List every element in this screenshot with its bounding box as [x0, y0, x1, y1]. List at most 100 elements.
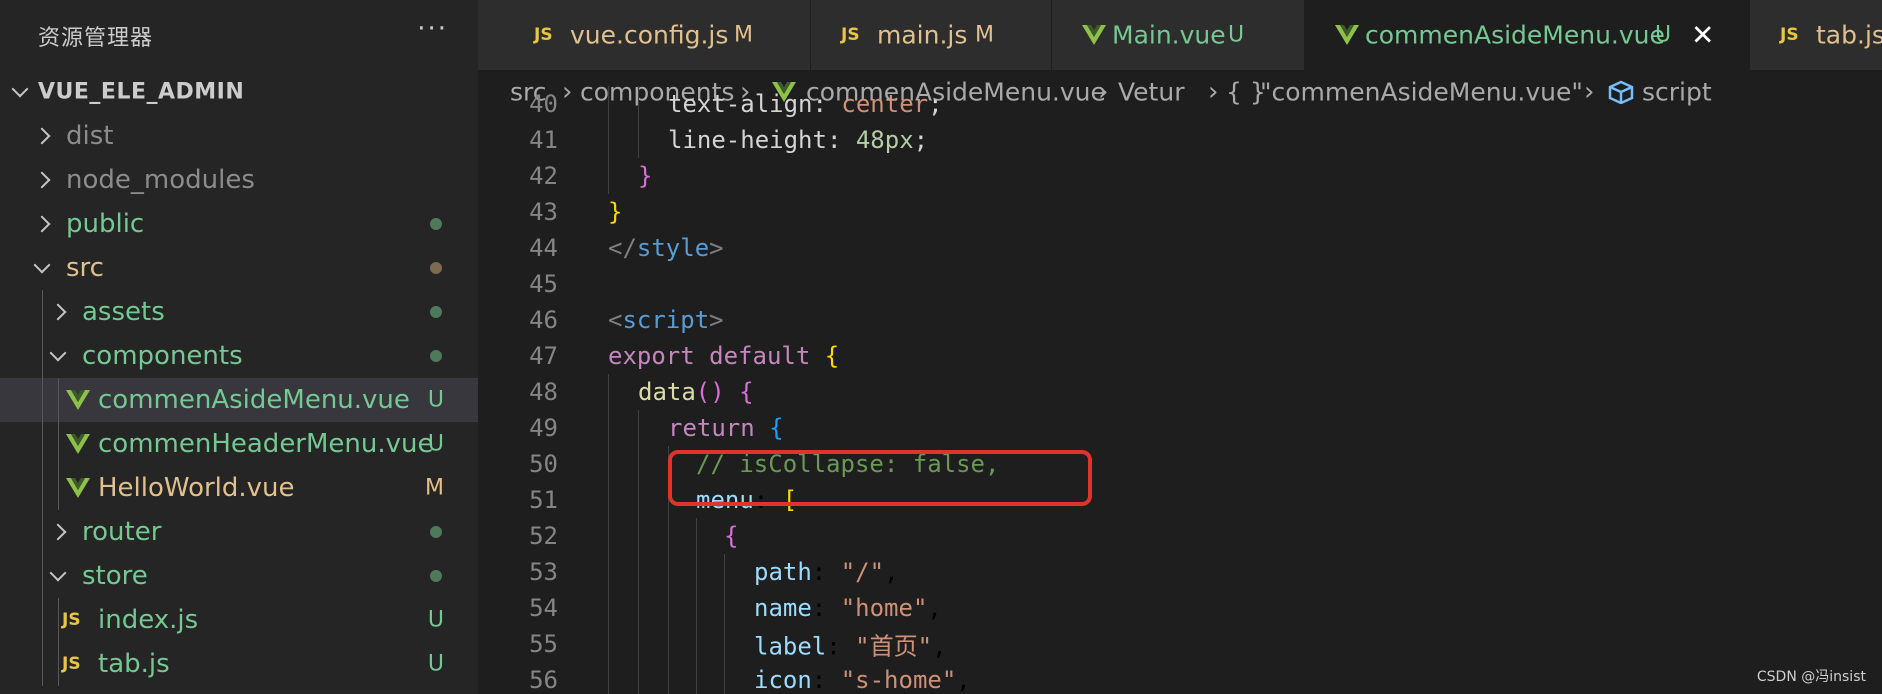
tree-item-index-js[interactable]: JS index.js U — [0, 598, 478, 642]
tree-item-assets[interactable]: assets — [0, 290, 478, 334]
line-number: 46 — [529, 306, 558, 334]
code-text: <script> — [608, 306, 724, 334]
tab-label: main.js — [877, 20, 968, 50]
tree-item-label: public — [66, 209, 145, 239]
code-text: { — [724, 522, 739, 550]
indent-guide — [638, 482, 639, 518]
indent-guide — [608, 446, 609, 482]
tab-commen-aside-menu[interactable]: commenAsideMenu.vue U ✕ — [1305, 0, 1750, 70]
indent-guide — [696, 662, 697, 694]
tree-item-public[interactable]: public — [0, 202, 478, 246]
vue-file-icon — [1335, 25, 1359, 45]
tree-root-folder[interactable]: VUE_ELE_ADMIN — [0, 70, 478, 114]
tree-item-node-modules[interactable]: node_modules — [0, 158, 478, 202]
code-line: 52 { — [478, 518, 1882, 554]
indent-guide — [638, 86, 639, 122]
js-file-icon: JS — [841, 25, 860, 45]
indent-guide — [608, 158, 609, 194]
tree-item-tab-js[interactable]: JS tab.js U — [0, 642, 478, 686]
code-line: 44 </style> — [478, 230, 1882, 266]
indent-guide — [42, 378, 43, 422]
code-text: export default { — [608, 342, 840, 370]
explorer-sidebar: 资源管理器 ··· VUE_ELE_ADMIN dist node_module… — [0, 0, 478, 694]
code-line: 49 return { — [478, 410, 1882, 446]
git-status-dot — [430, 526, 442, 538]
code-line: 53 path: "/", — [478, 554, 1882, 590]
code-line: 40 text-align: center; — [478, 86, 1882, 122]
explorer-title: 资源管理器 — [38, 26, 154, 51]
tab-main-js[interactable]: JS main.js M — [811, 0, 1052, 70]
line-number: 56 — [529, 666, 558, 694]
indent-guide — [638, 662, 639, 694]
indent-guide — [668, 554, 669, 590]
code-text: path: "/", — [754, 558, 899, 586]
indent-guide — [58, 422, 59, 466]
root-folder-label: VUE_ELE_ADMIN — [38, 79, 245, 105]
tree-item-label: index.js — [98, 605, 199, 635]
tree-item-label: dist — [66, 121, 114, 151]
code-text: } — [638, 162, 653, 190]
code-text: line-height: 48px; — [668, 126, 929, 154]
indent-guide — [696, 554, 697, 590]
tree-item-commen-aside-menu[interactable]: commenAsideMenu.vue U — [0, 378, 478, 422]
line-number: 54 — [529, 594, 558, 622]
chevron-right-icon — [33, 171, 51, 189]
tab-status: M — [975, 22, 994, 48]
tree-item-label: commenAsideMenu.vue — [98, 385, 410, 415]
indent-guide — [608, 554, 609, 590]
line-number: 44 — [529, 234, 558, 262]
indent-guide — [608, 410, 609, 446]
indent-guide — [608, 590, 609, 626]
line-number: 51 — [529, 486, 558, 514]
code-editor[interactable]: 40 text-align: center; 41 line-height: 4… — [478, 86, 1882, 694]
tree-item-dist[interactable]: dist — [0, 114, 478, 158]
indent-guide — [42, 290, 43, 334]
tab-tab-js[interactable]: JS tab.js — [1750, 0, 1882, 70]
tree-item-label: tab.js — [98, 649, 170, 679]
code-text: data() { — [638, 378, 754, 406]
more-actions-icon[interactable]: ··· — [417, 14, 448, 44]
line-number: 50 — [529, 450, 558, 478]
indent-guide — [696, 626, 697, 662]
tab-label: tab.js — [1816, 20, 1882, 50]
tab-vue-config-js[interactable]: JS vue.config.js M — [478, 0, 811, 70]
code-line: 55 label: "首页", — [478, 626, 1882, 662]
indent-guide — [724, 626, 725, 662]
line-number: 47 — [529, 342, 558, 370]
indent-guide — [58, 466, 59, 510]
git-status-dot — [430, 570, 442, 582]
tree-item-src[interactable]: src — [0, 246, 478, 290]
vue-file-icon — [66, 478, 90, 498]
code-text: label: "首页", — [754, 632, 947, 661]
indent-guide — [608, 482, 609, 518]
indent-guide — [696, 518, 697, 554]
js-file-icon: JS — [1780, 25, 1799, 45]
indent-guide — [42, 598, 43, 642]
tree-item-store[interactable]: store — [0, 554, 478, 598]
tree-item-router[interactable]: router — [0, 510, 478, 554]
chevron-down-icon — [11, 80, 29, 98]
indent-guide — [608, 626, 609, 662]
indent-guide — [42, 510, 43, 554]
indent-guide — [608, 518, 609, 554]
chevron-right-icon — [49, 303, 67, 321]
chevron-right-icon — [49, 523, 67, 541]
tree-item-hello-world[interactable]: HelloWorld.vue M — [0, 466, 478, 510]
indent-guide — [668, 518, 669, 554]
git-status-dot — [430, 218, 442, 230]
indent-guide — [638, 518, 639, 554]
indent-guide — [724, 662, 725, 694]
editor-area: JS vue.config.js M JS main.js M Main.vue… — [478, 0, 1882, 694]
close-icon[interactable]: ✕ — [1691, 19, 1714, 52]
editor-tab-bar: JS vue.config.js M JS main.js M Main.vue… — [478, 0, 1882, 70]
line-number: 55 — [529, 630, 558, 658]
tab-main-vue[interactable]: Main.vue U — [1052, 0, 1305, 70]
line-number: 45 — [529, 270, 558, 298]
line-number: 41 — [529, 126, 558, 154]
vue-file-icon — [66, 390, 90, 410]
tree-item-commen-header-menu[interactable]: commenHeaderMenu.vue U — [0, 422, 478, 466]
annotation-highlight-box — [668, 450, 1092, 506]
chevron-right-icon — [33, 127, 51, 145]
js-file-icon: JS — [534, 25, 553, 45]
tree-item-components[interactable]: components — [0, 334, 478, 378]
